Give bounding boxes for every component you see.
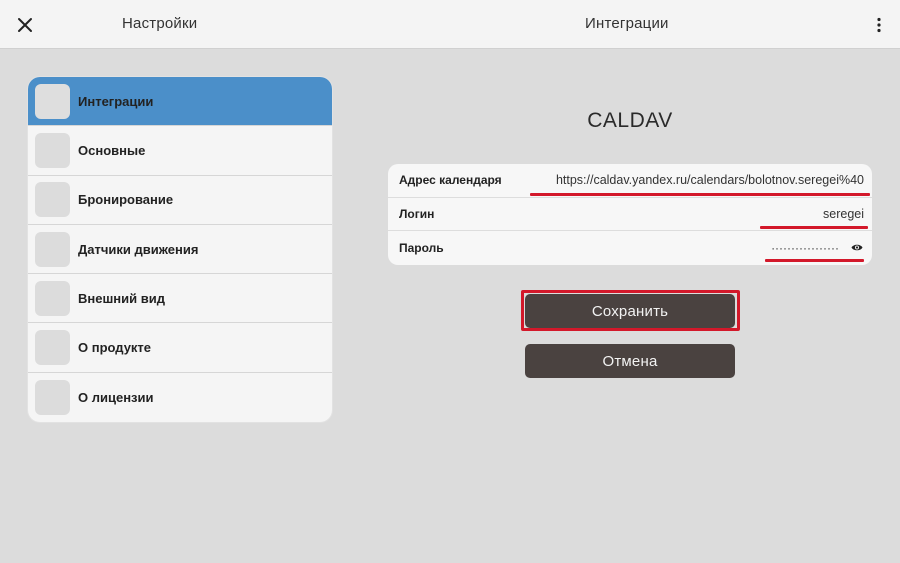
sidebar-item-label: Основные <box>78 142 146 158</box>
password-field: ················· <box>771 241 864 255</box>
sidebar-item-label: О продукте <box>78 340 152 356</box>
save-button[interactable]: Сохранить <box>525 294 735 328</box>
login-highlight-underline <box>760 226 868 229</box>
about-product-icon <box>35 330 70 366</box>
settings-sidebar: Интеграции Основные Бронирование Датчики… <box>28 77 332 422</box>
password-highlight-underline <box>765 259 864 262</box>
top-bar: Настройки Интеграции <box>0 0 900 49</box>
booking-icon <box>35 182 70 218</box>
show-password-eye-icon[interactable] <box>851 243 864 253</box>
password-input[interactable]: ················· <box>771 241 839 255</box>
more-vertical-icon <box>877 17 881 33</box>
sidebar-item-integrations[interactable]: Интеграции <box>28 77 332 127</box>
sidebar-item-label: Бронирование <box>78 192 174 208</box>
login-label: Логин <box>399 206 435 221</box>
sidebar-item-about-product[interactable]: О продукте <box>28 323 332 373</box>
appearance-icon <box>35 280 70 316</box>
calendar-url-label: Адрес календаря <box>399 173 502 188</box>
sidebar-item-label: Внешний вид <box>78 290 165 306</box>
page-title: Интеграции <box>585 15 669 32</box>
sidebar-item-general[interactable]: Основные <box>28 126 332 176</box>
sidebar-item-label: Интеграции <box>78 93 154 109</box>
close-button[interactable] <box>13 13 37 37</box>
caldav-heading: CALDAV <box>587 109 673 132</box>
motion-sensor-icon <box>35 231 70 267</box>
sidebar-item-label: Датчики движения <box>78 241 199 257</box>
sidebar-item-booking[interactable]: Бронирование <box>28 176 332 225</box>
license-icon <box>35 379 70 415</box>
sidebar-item-appearance[interactable]: Внешний вид <box>28 274 332 324</box>
sidebar-item-about-license[interactable]: О лицензии <box>28 373 332 422</box>
cancel-button[interactable]: Отмена <box>525 344 735 378</box>
caldav-form: Адрес календаря https://caldav.yandex.ru… <box>388 164 872 265</box>
sidebar-item-label: О лицензии <box>78 389 154 405</box>
calendar-url-highlight-underline <box>530 193 870 196</box>
password-label: Пароль <box>399 240 444 255</box>
settings-title: Настройки <box>122 15 198 32</box>
sidebar-item-motion-sensors[interactable]: Датчики движения <box>28 225 332 275</box>
more-button[interactable] <box>868 13 890 37</box>
login-input[interactable]: seregei <box>823 207 864 221</box>
calendar-url-input[interactable]: https://caldav.yandex.ru/calendars/bolot… <box>556 173 864 187</box>
close-icon <box>18 18 32 32</box>
integrations-icon <box>35 83 70 119</box>
general-icon <box>35 132 70 168</box>
